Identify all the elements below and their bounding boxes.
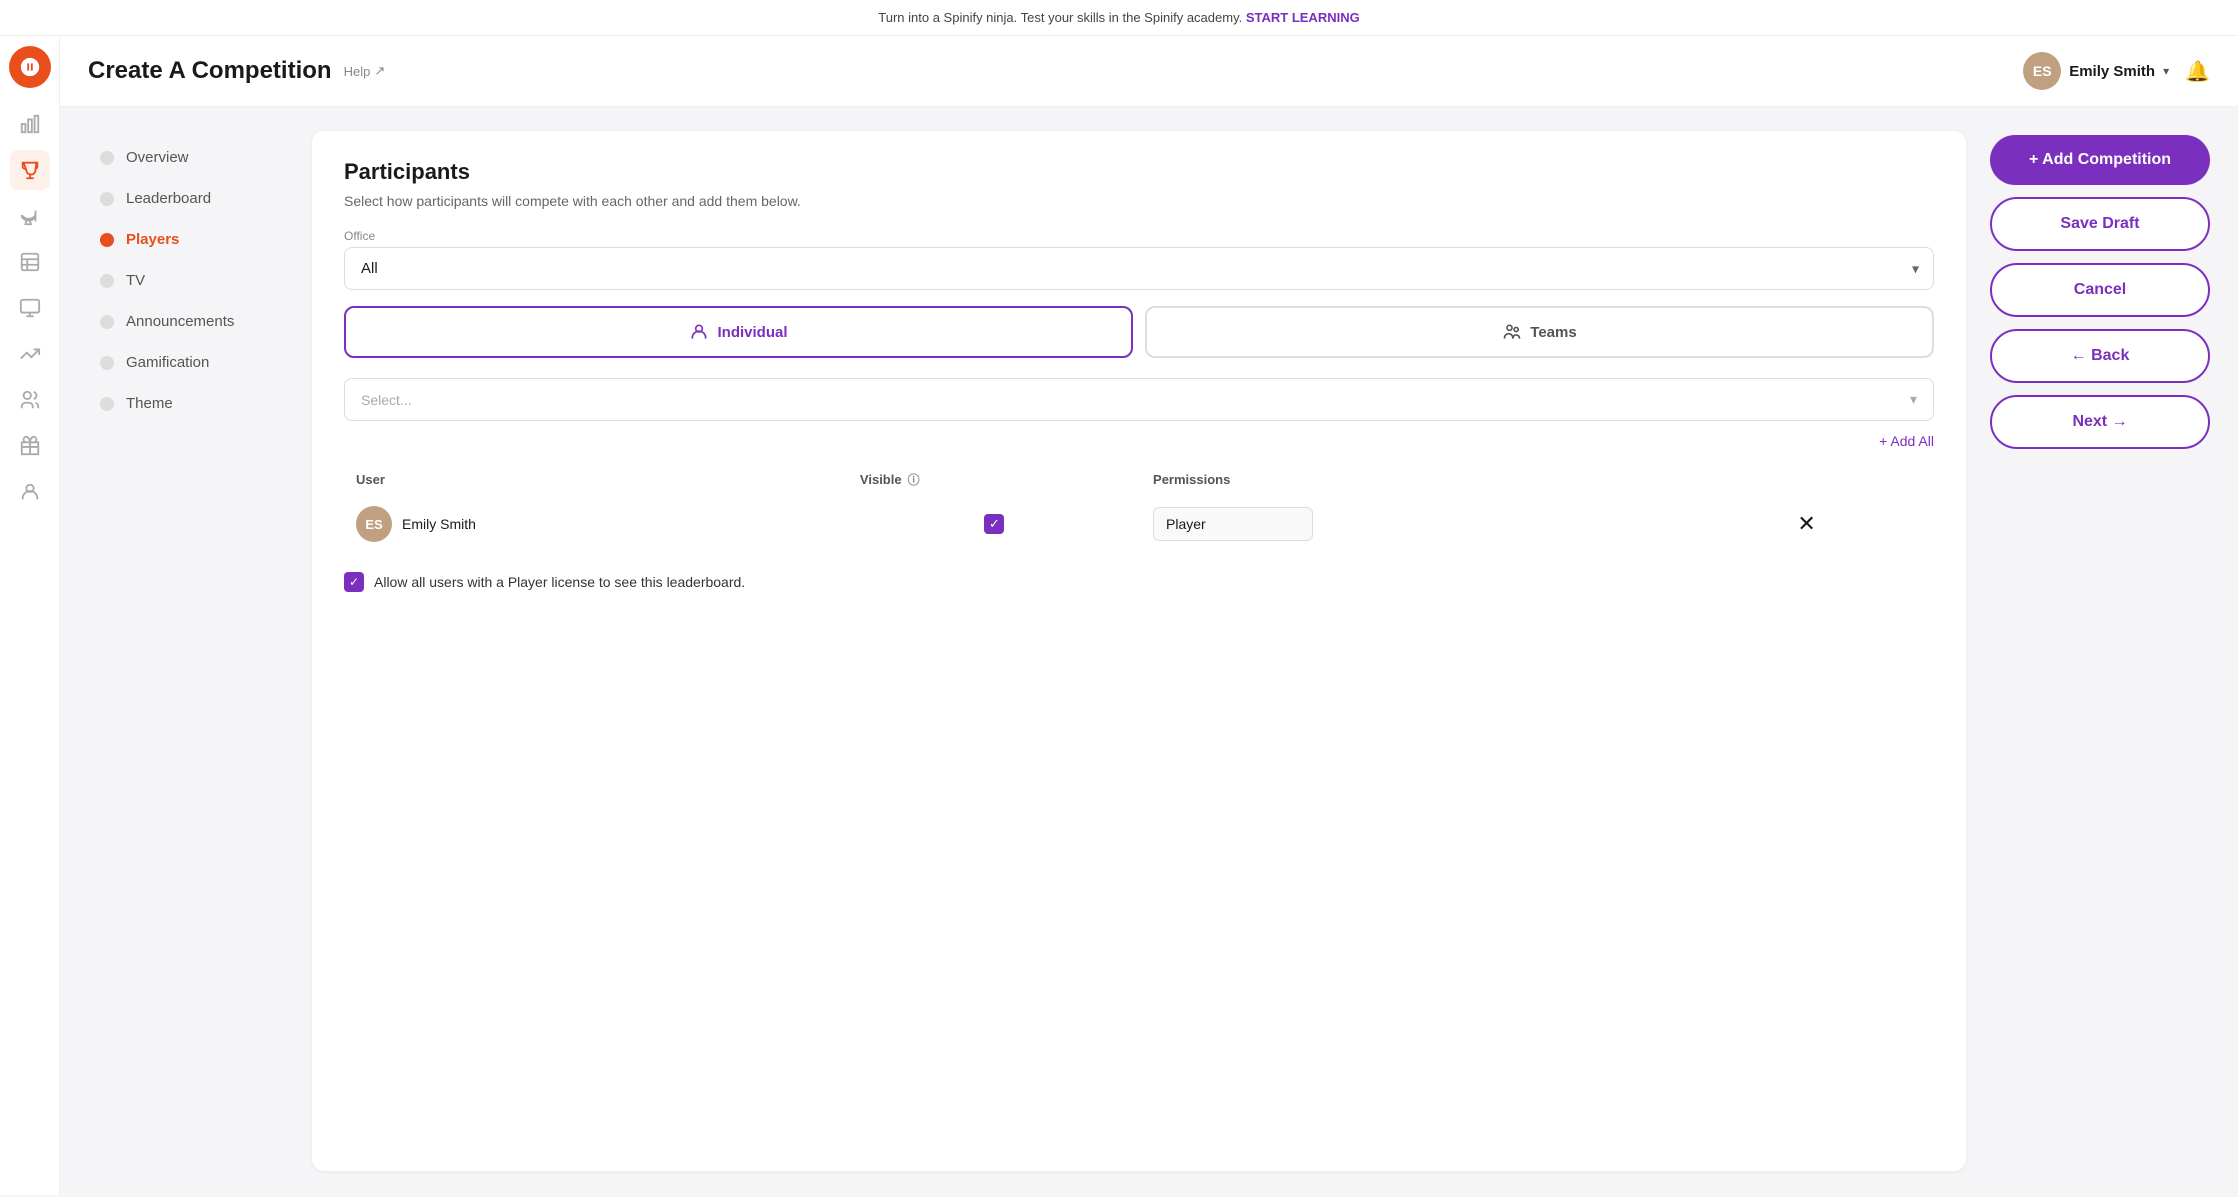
teams-toggle[interactable]: Teams bbox=[1145, 306, 1934, 358]
chart-bar-icon[interactable] bbox=[10, 104, 50, 144]
center-form: Participants Select how participants wil… bbox=[312, 131, 1966, 1171]
main-content: Overview Leaderboard Players TV Announce… bbox=[60, 107, 2238, 1195]
col-header-actions bbox=[1785, 463, 1934, 496]
allow-license-checkbox[interactable]: ✓ bbox=[344, 572, 364, 592]
allow-license-label: Allow all users with a Player license to… bbox=[374, 574, 745, 590]
remove-button[interactable]: ✕ bbox=[1797, 511, 1815, 537]
right-actions: + Add Competition Save Draft Cancel ← Ba… bbox=[1990, 131, 2210, 1171]
table-row: ES Emily Smith ✓ Player Admin bbox=[344, 496, 1934, 552]
nav-dot bbox=[100, 151, 114, 165]
nav-dot bbox=[100, 315, 114, 329]
add-competition-button[interactable]: + Add Competition bbox=[1990, 135, 2210, 185]
individual-toggle[interactable]: Individual bbox=[344, 306, 1133, 358]
nav-dot-active bbox=[100, 233, 114, 247]
left-nav: Overview Leaderboard Players TV Announce… bbox=[88, 131, 288, 1171]
users-icon[interactable] bbox=[10, 380, 50, 420]
office-field-group: Office All New York London Sydney ▾ bbox=[344, 229, 1934, 290]
top-banner: Turn into a Spinify ninja. Test your ski… bbox=[0, 0, 2238, 36]
nav-item-tv[interactable]: TV bbox=[88, 262, 288, 299]
cancel-button[interactable]: Cancel bbox=[1990, 263, 2210, 317]
permissions-cell: Player Admin Manager bbox=[1141, 496, 1785, 552]
remove-cell: ✕ bbox=[1785, 496, 1934, 552]
info-icon: ⓘ bbox=[908, 471, 920, 488]
back-button[interactable]: ← Back bbox=[1990, 329, 2210, 383]
nav-item-players[interactable]: Players bbox=[88, 221, 288, 258]
nav-dot bbox=[100, 356, 114, 370]
monitor-icon[interactable] bbox=[10, 288, 50, 328]
office-select[interactable]: All New York London Sydney bbox=[345, 248, 1933, 289]
col-header-permissions: Permissions bbox=[1141, 463, 1785, 496]
gift-icon[interactable] bbox=[10, 426, 50, 466]
nav-item-theme[interactable]: Theme bbox=[88, 385, 288, 422]
trend-icon[interactable] bbox=[10, 334, 50, 374]
col-header-user: User bbox=[344, 463, 848, 496]
bell-icon[interactable]: 🔔 bbox=[2185, 59, 2210, 84]
office-select-wrapper: All New York London Sydney ▾ bbox=[344, 247, 1934, 290]
save-draft-button[interactable]: Save Draft bbox=[1990, 197, 2210, 251]
avatar: ES bbox=[2023, 52, 2061, 90]
form-title: Participants bbox=[344, 159, 1934, 185]
allow-license-row: ✓ Allow all users with a Player license … bbox=[344, 572, 1934, 592]
select-users-dropdown[interactable]: Select... ▾ bbox=[344, 378, 1934, 421]
user-cell: ES Emily Smith bbox=[344, 496, 848, 552]
user-cell-name: Emily Smith bbox=[402, 516, 476, 532]
external-link-icon: ↗ bbox=[374, 63, 385, 79]
chevron-down-icon: ▾ bbox=[2163, 64, 2169, 78]
col-header-visible: Visible ⓘ bbox=[848, 463, 1141, 496]
page-title: Create A Competition bbox=[88, 57, 332, 85]
user-name: Emily Smith bbox=[2069, 63, 2155, 80]
help-label: Help bbox=[344, 64, 371, 79]
header: Create A Competition Help ↗ ES Emily Smi… bbox=[60, 36, 2238, 107]
icon-sidebar bbox=[0, 36, 60, 1195]
banner-cta[interactable]: START LEARNING bbox=[1246, 10, 1360, 25]
nav-item-gamification[interactable]: Gamification bbox=[88, 344, 288, 381]
add-all-button[interactable]: + Add All bbox=[1879, 433, 1934, 449]
logo-button[interactable] bbox=[9, 46, 51, 88]
visible-cell: ✓ bbox=[848, 496, 1141, 552]
banner-text: Turn into a Spinify ninja. Test your ski… bbox=[878, 10, 1242, 25]
person-icon[interactable] bbox=[10, 472, 50, 512]
nav-dot bbox=[100, 192, 114, 206]
form-subtitle: Select how participants will compete wit… bbox=[344, 193, 1934, 209]
nav-item-announcements[interactable]: Announcements bbox=[88, 303, 288, 340]
nav-item-overview[interactable]: Overview bbox=[88, 139, 288, 176]
user-info[interactable]: ES Emily Smith ▾ bbox=[2023, 52, 2169, 90]
chevron-down-icon: ▾ bbox=[1910, 391, 1917, 408]
permissions-select[interactable]: Player Admin Manager bbox=[1153, 507, 1313, 541]
help-link[interactable]: Help ↗ bbox=[344, 63, 386, 79]
megaphone-icon[interactable] bbox=[10, 196, 50, 236]
nav-dot bbox=[100, 274, 114, 288]
nav-dot bbox=[100, 397, 114, 411]
toggle-group: Individual Teams bbox=[344, 306, 1934, 358]
avatar: ES bbox=[356, 506, 392, 542]
visible-checkbox[interactable]: ✓ bbox=[984, 514, 1004, 534]
trophy-icon[interactable] bbox=[10, 150, 50, 190]
report-icon[interactable] bbox=[10, 242, 50, 282]
add-all-row: + Add All bbox=[344, 433, 1934, 451]
office-label: Office bbox=[344, 229, 1934, 243]
nav-item-leaderboard[interactable]: Leaderboard bbox=[88, 180, 288, 217]
next-button[interactable]: Next → bbox=[1990, 395, 2210, 449]
participants-table: User Visible ⓘ Permissions bbox=[344, 463, 1934, 552]
